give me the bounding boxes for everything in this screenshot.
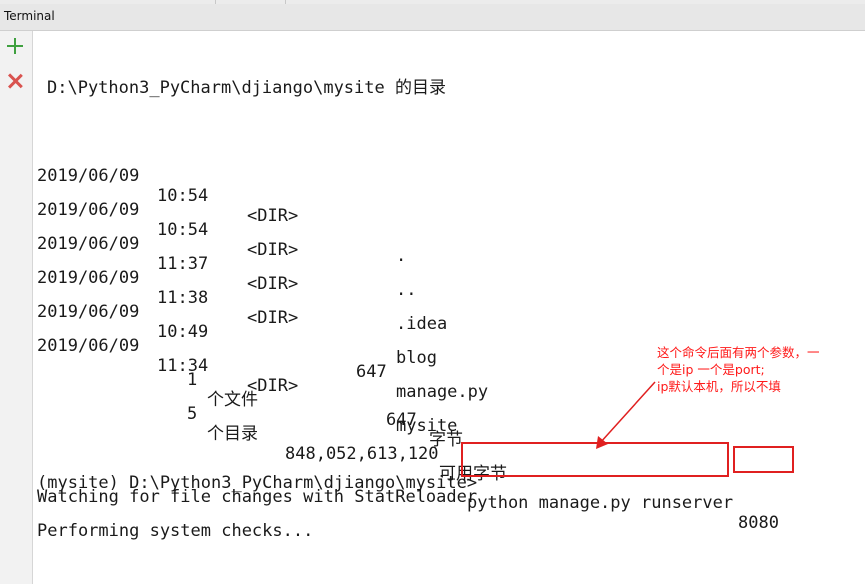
- entry-time: 11:34: [157, 356, 209, 376]
- entry-time: 10:54: [157, 220, 209, 240]
- entry-time: 11:38: [157, 288, 209, 308]
- annotation-line: 这个命令后面有两个参数，一: [657, 345, 820, 360]
- terminal-toolbar: [0, 31, 33, 584]
- command-text: python manage.py runserver: [467, 493, 734, 513]
- summary-files-bytes: 647: [386, 410, 417, 430]
- command-highlight-box: [461, 442, 729, 477]
- dir-header: D:\Python3_PyCharm\djiango\mysite 的目录: [47, 78, 446, 98]
- port-argument: 8080: [738, 513, 779, 533]
- summary-files-label: 个文件: [207, 390, 258, 410]
- panel-title: Terminal: [4, 9, 55, 23]
- entry-time: 10:54: [157, 186, 209, 206]
- entry-name: .: [396, 246, 407, 266]
- entry-time: 10:49: [157, 322, 209, 342]
- terminal-header: Terminal: [0, 4, 865, 31]
- entry-name: blog: [396, 348, 437, 368]
- annotation-note: 这个命令后面有两个参数，一 个是ip 一个是port; ip默认本机，所以不填: [657, 344, 862, 395]
- summary-files-count: 1: [187, 370, 198, 390]
- annotation-line: 个是ip 一个是port;: [657, 362, 765, 377]
- entry-type: <DIR>: [247, 240, 299, 260]
- annotation-line: ip默认本机，所以不填: [657, 379, 781, 394]
- entry-type: <DIR>: [247, 274, 299, 294]
- entry-name: ..: [396, 280, 417, 300]
- entry-type: <DIR>: [247, 308, 299, 328]
- summary-dirs-bytes: 848,052,613,120: [285, 444, 439, 464]
- entry-type: <DIR>: [247, 206, 299, 226]
- close-session-icon[interactable]: [6, 72, 24, 90]
- output-line: Watching for file changes with StatReloa…: [37, 487, 478, 507]
- summary-dirs-label: 个目录: [207, 424, 258, 444]
- entry-time: 11:37: [157, 254, 209, 274]
- summary-dirs-count: 5: [187, 404, 198, 424]
- output-line: Performing system checks...: [37, 521, 314, 541]
- entry-name: manage.py: [396, 382, 489, 402]
- port-highlight-box: [733, 446, 794, 473]
- entry-size: 647: [356, 362, 387, 382]
- entry-name: .idea: [396, 314, 448, 334]
- new-session-plus-icon[interactable]: [6, 37, 24, 55]
